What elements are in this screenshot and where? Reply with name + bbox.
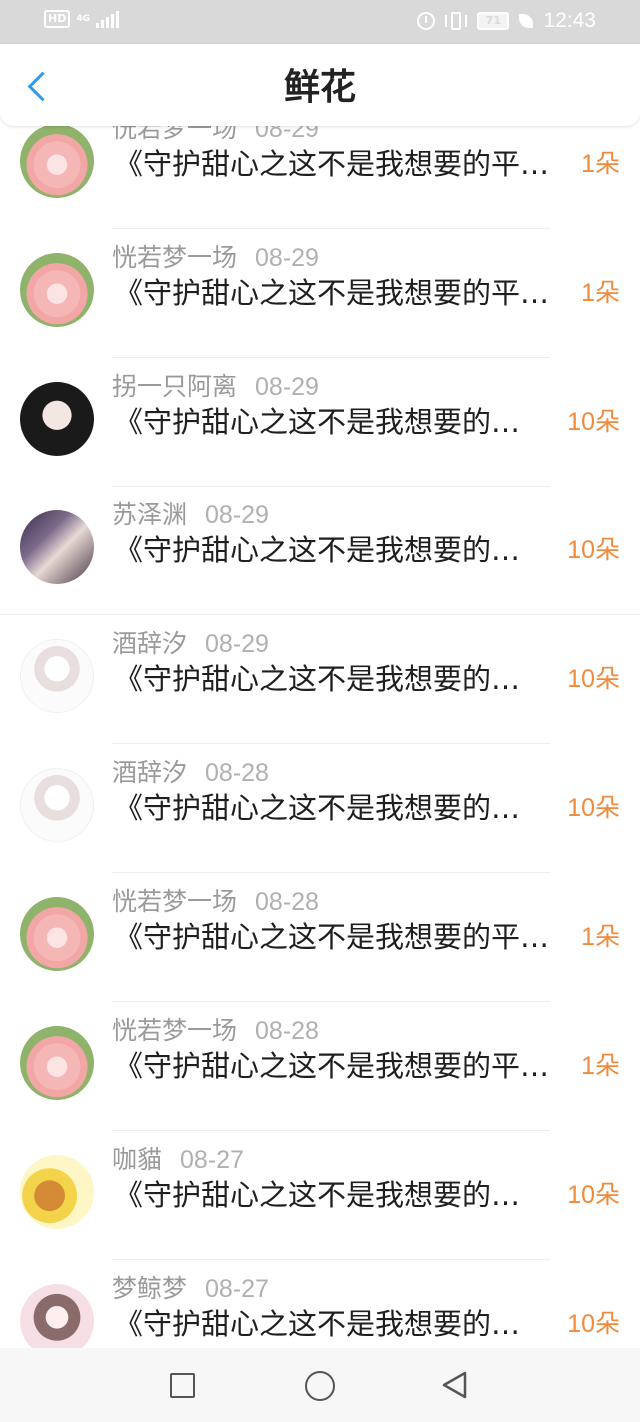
flower-count: 1朵 [581,279,620,307]
avatar[interactable] [20,768,94,842]
avatar[interactable] [20,1284,94,1348]
book-title: 《守护甜心之这不是我想要的… [114,791,521,825]
list-item[interactable]: 酒辞汐 08-29 《守护甜心之这不是我想要的… 10朵 [0,615,640,744]
book-title: 《守护甜心之这不是我想要的… [114,1307,521,1341]
book-title: 《守护甜心之这不是我想要的平… [114,147,550,181]
gift-date: 08-28 [205,759,269,787]
book-title: 《守护甜心之这不是我想要的… [114,662,521,696]
book-title: 《守护甜心之这不是我想要的… [114,405,521,439]
page-title: 鲜花 [283,67,356,108]
list-item[interactable]: 酒辞汐 08-28 《守护甜心之这不是我想要的… 10朵 [0,744,640,873]
gift-date: 08-28 [255,1017,319,1045]
home-button[interactable] [305,1371,335,1401]
flower-count: 1朵 [581,150,620,178]
book-title: 《守护甜心之这不是我想要的平… [114,276,550,310]
flower-count: 10朵 [567,1310,620,1338]
gift-date: 08-28 [255,888,319,916]
list-item[interactable]: 恍若梦一场 08-28 《守护甜心之这不是我想要的平… 1朵 [0,873,640,1002]
gift-date: 08-29 [205,630,269,658]
list-item[interactable]: 苏泽渊 08-29 《守护甜心之这不是我想要的… 10朵 [0,486,640,615]
book-title: 《守护甜心之这不是我想要的平… [114,920,550,954]
user-name: 恍若梦一场 [112,1016,238,1045]
recent-apps-button[interactable] [170,1373,195,1398]
list-item[interactable]: 恍若梦一场 08-29 《守护甜心之这不是我想要的平… 1朵 [0,229,640,358]
user-name: 梦鲸梦 [112,1274,188,1303]
status-right: 71 12:43 [417,8,596,34]
avatar[interactable] [20,639,94,713]
vibrate-icon [445,11,468,31]
gift-date: 08-29 [205,501,269,529]
user-name: 恍若梦一场 [112,243,238,272]
flower-count: 10朵 [567,408,620,436]
list-item[interactable]: 恍若梦一场 08-29 《守护甜心之这不是我想要的平… 1朵 [0,126,640,229]
avatar[interactable] [20,126,94,198]
flower-count: 10朵 [567,665,620,693]
flower-count: 10朵 [567,794,620,822]
clock: 12:43 [543,9,596,32]
user-name: 苏泽渊 [112,500,188,529]
list-item[interactable]: 恍若梦一场 08-28 《守护甜心之这不是我想要的平… 1朵 [0,1002,640,1131]
system-navigation-bar [0,1348,640,1422]
avatar[interactable] [20,1026,94,1100]
back-triangle-button[interactable] [440,1370,470,1400]
power-saving-icon [519,14,534,28]
user-name: 咖貓 [112,1145,163,1174]
gift-date: 08-29 [255,373,319,401]
flower-count: 1朵 [581,1052,620,1080]
flower-count: 10朵 [567,536,620,564]
signal-icon [96,10,119,28]
status-left: HD 4G [44,10,119,28]
flower-count: 10朵 [567,1181,620,1209]
user-name: 酒辞汐 [112,629,188,658]
gift-date: 08-29 [255,126,319,143]
user-name: 酒辞汐 [112,758,188,787]
avatar[interactable] [20,1155,94,1229]
avatar[interactable] [20,382,94,456]
avatar[interactable] [20,897,94,971]
alarm-icon [417,12,436,30]
user-name: 恍若梦一场 [112,887,238,916]
avatar[interactable] [20,253,94,327]
flower-count: 1朵 [581,923,620,951]
list-item[interactable]: 梦鲸梦 08-27 《守护甜心之这不是我想要的… 10朵 [0,1260,640,1348]
hd-indicator: HD [44,10,71,28]
gift-date: 08-27 [180,1146,244,1174]
list-item[interactable]: 拐一只阿离 08-29 《守护甜心之这不是我想要的… 10朵 [0,358,640,487]
status-bar: HD 4G 71 12:43 [0,0,640,44]
user-name: 拐一只阿离 [112,372,238,401]
gift-date: 08-29 [255,244,319,272]
network-type: 4G [76,13,90,24]
avatar[interactable] [20,510,94,584]
book-title: 《守护甜心之这不是我想要的平… [114,1049,550,1083]
gift-date: 08-27 [205,1275,269,1303]
flower-list[interactable]: 恍若梦一场 08-29 《守护甜心之这不是我想要的平… 1朵 恍若梦一场 08-29… [0,126,640,1348]
header: 鲜花 [0,44,640,126]
book-title: 《守护甜心之这不是我想要的… [114,1178,521,1212]
battery-icon: 71 [477,12,510,30]
list-item[interactable]: 咖貓 08-27 《守护甜心之这不是我想要的… 10朵 [0,1131,640,1260]
book-title: 《守护甜心之这不是我想要的… [114,533,521,567]
user-name: 恍若梦一场 [112,126,238,143]
